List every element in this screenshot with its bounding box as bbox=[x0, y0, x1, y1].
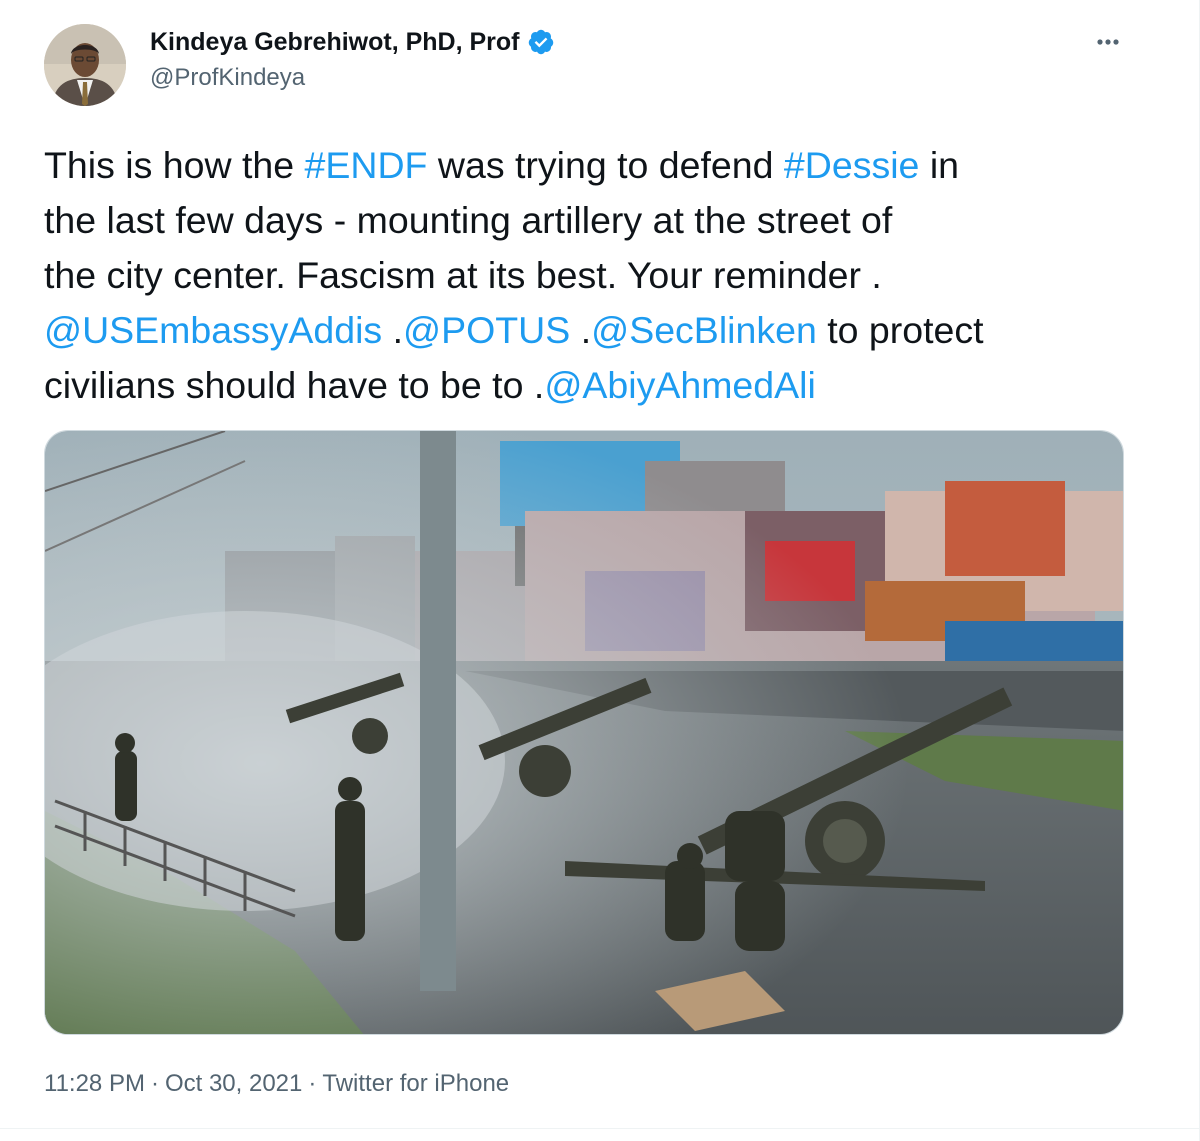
author-block: Kindeya Gebrehiwot, PhD, Prof @ProfKinde… bbox=[150, 26, 555, 92]
author-avatar[interactable] bbox=[44, 24, 126, 106]
tweet-text-line: This is how the #ENDF was trying to defe… bbox=[44, 138, 1154, 193]
tweet-text: This is how the #ENDF was trying to defe… bbox=[44, 138, 1154, 413]
tweet-card: Kindeya Gebrehiwot, PhD, Prof @ProfKinde… bbox=[0, 0, 1200, 1141]
mention-usembassyaddis-link[interactable]: @USEmbassyAddis bbox=[44, 309, 382, 351]
divider bbox=[0, 1128, 1200, 1129]
avatar-photo-icon bbox=[44, 24, 126, 106]
mention-potus-link[interactable]: @POTUS bbox=[403, 309, 570, 351]
text-segment: the last few days - mounting artillery a… bbox=[44, 199, 893, 241]
tweet-text-line: @USEmbassyAddis .@POTUS .@SecBlinken to … bbox=[44, 303, 1154, 358]
text-segment: to protect bbox=[816, 309, 984, 351]
artillery-street-photo-icon bbox=[45, 431, 1123, 1034]
hashtag-endf-link[interactable]: #ENDF bbox=[305, 144, 428, 186]
text-segment: in bbox=[919, 144, 960, 186]
more-options-icon[interactable] bbox=[1088, 28, 1128, 56]
tweet-time[interactable]: 11:28 PM bbox=[44, 1070, 145, 1097]
tweet-text-line: the last few days - mounting artillery a… bbox=[44, 193, 1154, 248]
author-display-name[interactable]: Kindeya Gebrehiwot, PhD, Prof bbox=[150, 28, 520, 57]
text-segment: This is how the bbox=[44, 144, 305, 186]
tweet-text-line: civilians should have to be to .@AbiyAhm… bbox=[44, 358, 1154, 413]
mention-abiyahmedali-link[interactable]: @AbiyAhmedAli bbox=[544, 364, 816, 406]
text-segment: the city center. Fascism at its best. Yo… bbox=[44, 254, 882, 296]
author-handle[interactable]: @ProfKindeya bbox=[150, 64, 555, 92]
text-segment: civilians should have to be to . bbox=[44, 364, 545, 406]
mention-secblinken-link[interactable]: @SecBlinken bbox=[591, 309, 817, 351]
author-name-row: Kindeya Gebrehiwot, PhD, Prof bbox=[150, 26, 555, 58]
tweet-date[interactable]: Oct 30, 2021 bbox=[165, 1070, 302, 1097]
verified-badge-icon bbox=[527, 28, 555, 56]
text-segment: . bbox=[382, 309, 404, 351]
meta-separator: · bbox=[308, 1070, 317, 1097]
tweet-text-line: the city center. Fascism at its best. Yo… bbox=[44, 248, 1154, 303]
tweet-media-photo[interactable] bbox=[44, 430, 1124, 1035]
hashtag-dessie-link[interactable]: #Dessie bbox=[784, 144, 919, 186]
text-segment: . bbox=[570, 309, 592, 351]
tweet-meta: 11:28 PM · Oct 30, 2021 · Twitter for iPhone bbox=[44, 1070, 509, 1098]
tweet-source[interactable]: Twitter for iPhone bbox=[322, 1070, 509, 1097]
meta-separator: · bbox=[150, 1070, 159, 1097]
text-segment: was trying to defend bbox=[427, 144, 784, 186]
